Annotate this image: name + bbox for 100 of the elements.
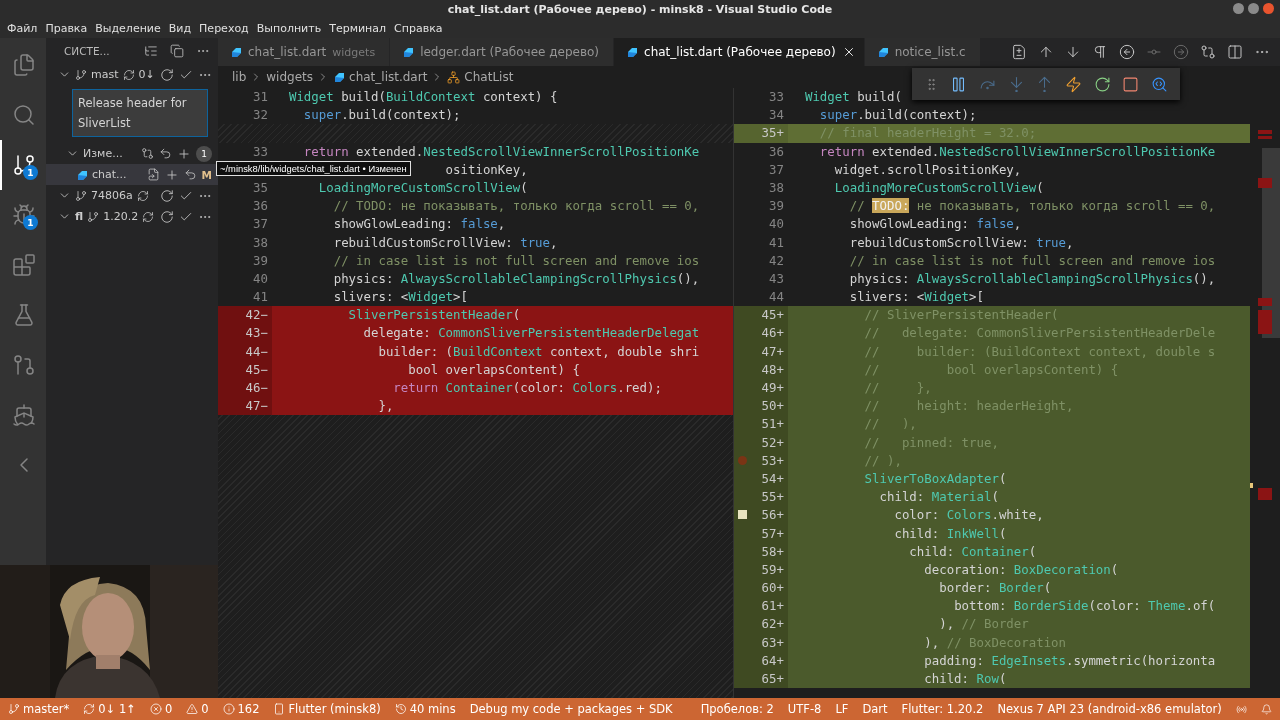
refresh-icon[interactable] [160, 209, 174, 224]
changed-file-item[interactable]: chat... M [46, 164, 218, 185]
add-icon[interactable] [164, 167, 179, 182]
menu-item[interactable]: Выделение [91, 21, 165, 35]
branch-name: mast [91, 68, 119, 81]
code-line: slivers: <Widget>[ [333, 288, 468, 307]
file-diff-icon[interactable] [1011, 44, 1027, 60]
add-icon[interactable] [177, 146, 191, 161]
minimize-button[interactable] [1233, 3, 1244, 14]
status-item[interactable]: Flutter (minsk8) [273, 702, 381, 716]
repository-name: fl [75, 210, 84, 223]
maximize-button[interactable] [1248, 3, 1259, 14]
code-line: rebuildCustomScrollView: true, [333, 233, 558, 252]
breadcrumb-item[interactable]: chat_list.dart [349, 70, 428, 84]
branch-icon [75, 68, 87, 81]
status-item[interactable]: master* [8, 702, 70, 716]
sync-icon[interactable] [136, 189, 149, 202]
line-number: 37 [769, 160, 784, 179]
status-item[interactable]: 0 [186, 702, 209, 716]
open-file-icon[interactable] [146, 168, 160, 181]
code-line: super.build(context); [303, 106, 461, 125]
code-line: ), // Border [939, 615, 1029, 634]
code-line: super.build(context); [819, 106, 977, 125]
status-item[interactable]: 40 mins [394, 702, 456, 716]
menu-item[interactable]: Вид [164, 21, 196, 35]
status-item[interactable]: Debug my code + packages + SDK [469, 702, 673, 716]
line-number: 56+ [761, 506, 784, 525]
stop-icon[interactable] [1122, 75, 1140, 93]
code-line: child: Material( [879, 488, 999, 507]
line-number: 47+ [761, 342, 784, 361]
ship-icon [12, 403, 36, 427]
code-line: Widget build( [804, 88, 902, 106]
restart-icon[interactable] [1093, 75, 1111, 93]
pilcrow-icon[interactable] [1092, 44, 1108, 60]
collapse-icon[interactable] [170, 44, 184, 58]
split-editor-icon[interactable] [1227, 44, 1243, 60]
commit-message-field[interactable]: Release header for SliverList [72, 89, 208, 137]
line-number: 51+ [761, 415, 784, 434]
line-number: 58+ [761, 542, 784, 561]
code-line: // TODO: не показывать, только когда scroll == 0, [849, 197, 1216, 216]
group-label: Изме... [83, 147, 123, 160]
breadcrumb-item[interactable]: widgets [266, 70, 314, 84]
menu-item[interactable]: Справка [390, 21, 447, 35]
code-line: // SliverPersistentHeader( [864, 306, 1059, 325]
activity-bar-item[interactable]: 1 [0, 190, 46, 240]
count-badge: 1 [23, 215, 38, 230]
line-number: 40 [769, 215, 784, 234]
close-button[interactable] [1263, 3, 1274, 14]
lightning-icon[interactable] [1065, 75, 1083, 93]
code-line: // ), [864, 415, 917, 434]
tree-view-icon[interactable] [144, 44, 158, 58]
menu-item[interactable]: Переход [195, 21, 253, 35]
status-item[interactable]: 162 [222, 702, 260, 716]
status-item[interactable]: 0 [149, 702, 173, 716]
sync-icon[interactable] [142, 210, 155, 223]
line-number: 38 [253, 233, 268, 252]
tooltip: ~/minsk8/lib/widgets/chat_list.dart • Изменен [216, 161, 411, 176]
editor-tab[interactable]: chat_list.dart widgets [218, 38, 391, 66]
line-number: 34 [769, 106, 784, 125]
device-icon [273, 703, 286, 715]
line-number: 53+ [761, 451, 784, 470]
menu-item[interactable]: Выполнить [252, 21, 326, 35]
discard-icon[interactable] [159, 147, 172, 160]
line-number: 36 [769, 142, 784, 161]
menu-item[interactable]: Терминал [325, 21, 391, 35]
warning-icon [186, 703, 199, 715]
line-number: 44− [245, 342, 268, 361]
status-item[interactable]: UTF-8 [787, 702, 822, 716]
editor-tab[interactable]: ledger.dart (Рабочее дерево) [390, 38, 615, 66]
status-item[interactable]: Пробелов: 2 [700, 702, 774, 716]
status-item[interactable]: Flutter: 1.20.2 [901, 702, 984, 716]
line-number: 43 [769, 269, 784, 288]
branch-icon [8, 703, 20, 715]
refresh-icon[interactable] [160, 188, 174, 203]
dart-file-icon [402, 46, 415, 58]
status-item[interactable]: LF [835, 702, 849, 716]
status-item[interactable]: Nexus 7 API 23 (android-x86 emulator) [997, 702, 1222, 716]
editor-tab[interactable]: notice_list.c [864, 38, 981, 66]
code-line: bool overlapsContent) { [408, 360, 580, 379]
refresh-icon[interactable] [160, 67, 174, 82]
discard-icon[interactable] [183, 168, 197, 181]
window-title: chat_list.dart (Рабочее дерево) - minsk8 - Visual Studio Code [447, 2, 833, 16]
circle-arrow-left-icon[interactable] [1119, 44, 1135, 60]
breadcrumb-item[interactable]: ChatList [464, 70, 514, 84]
search-icon[interactable] [1151, 75, 1169, 93]
files-icon [12, 53, 36, 77]
dart-file-icon [230, 46, 242, 58]
status-item[interactable]: Dart [862, 702, 888, 716]
circle-arrow-right-icon[interactable] [1173, 44, 1189, 60]
sync-icon[interactable] [122, 68, 135, 81]
line-number: 45− [245, 360, 268, 379]
editor-tab[interactable]: chat_list.dart (Рабочее дерево) [614, 38, 865, 66]
line-number: 47− [245, 397, 268, 416]
git-compare-icon[interactable] [1200, 44, 1216, 60]
menu-item[interactable]: Файл [3, 21, 42, 35]
breadcrumb-item[interactable]: lib [232, 70, 247, 84]
code-line: // pinned: true, [864, 433, 999, 452]
menu-item[interactable]: Правка [41, 21, 92, 35]
line-number: 33 [253, 142, 268, 161]
status-item[interactable]: 0↓ 1↑ [83, 702, 136, 716]
